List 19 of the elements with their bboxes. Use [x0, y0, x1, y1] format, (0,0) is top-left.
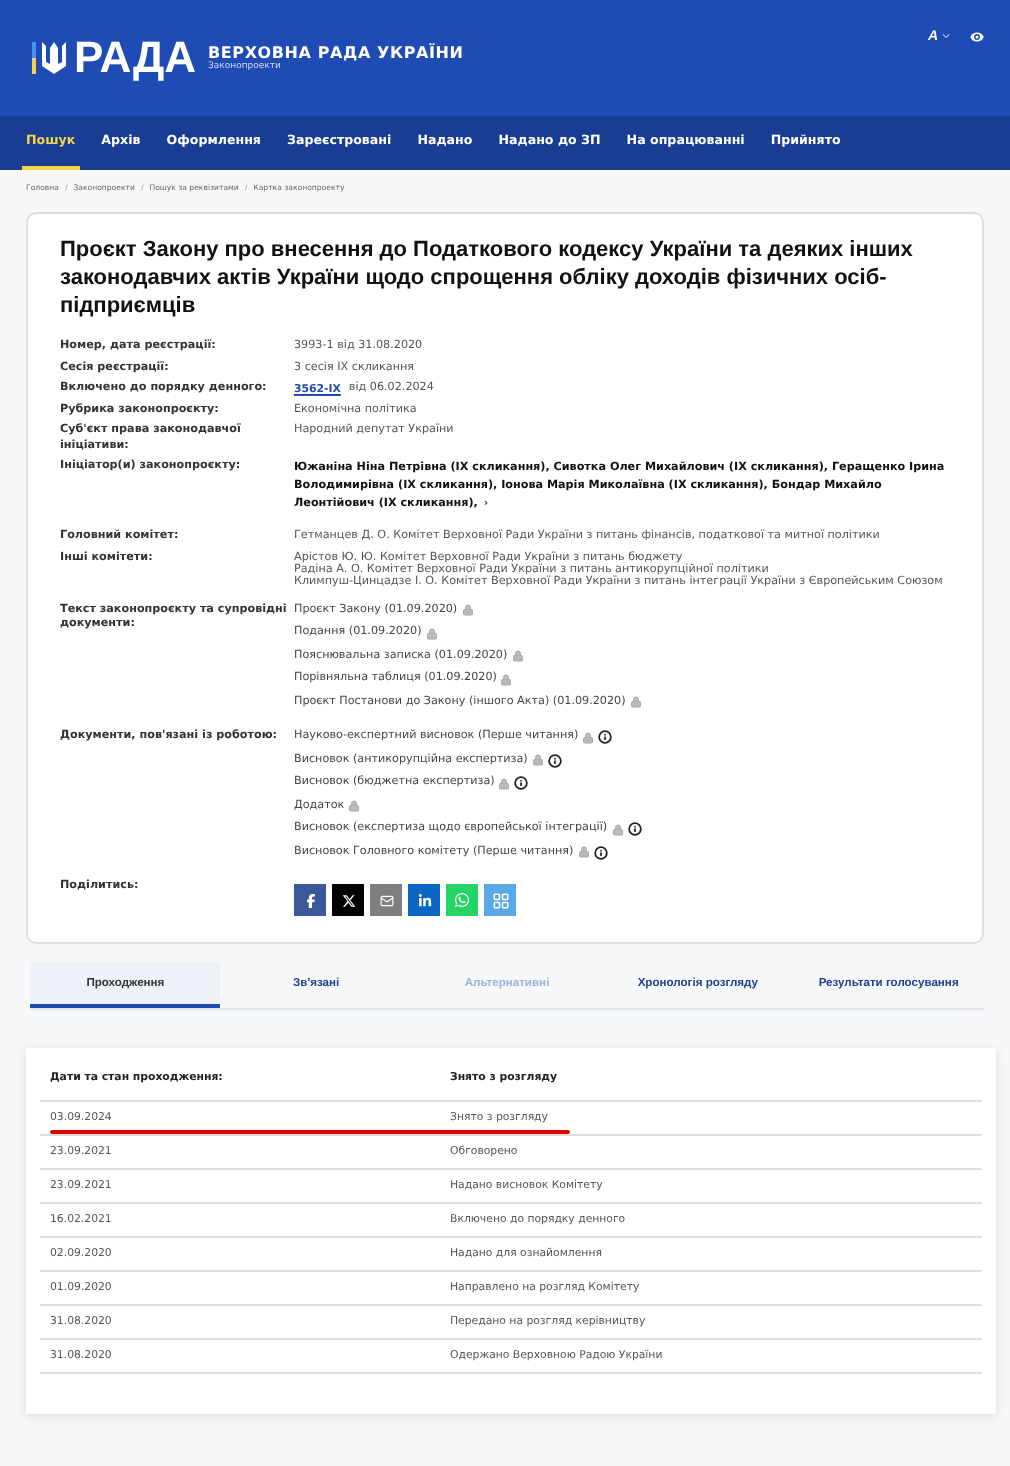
chevron-down-icon — [940, 30, 952, 42]
info-icon[interactable] — [514, 776, 529, 791]
info-icon[interactable] — [593, 845, 608, 860]
site-title: ВЕРХОВНА РАДА УКРАЇНИ — [208, 44, 464, 62]
info-icon[interactable] — [627, 822, 642, 837]
info-icon[interactable] — [598, 730, 613, 745]
eye-icon[interactable] — [968, 27, 986, 45]
share-button[interactable] — [332, 884, 364, 916]
facebook-icon — [303, 893, 317, 907]
linkedin-icon — [417, 893, 431, 907]
grid-icon — [491, 891, 509, 909]
logo-text: РАДА — [74, 32, 197, 84]
share-button[interactable] — [294, 884, 326, 916]
whatsapp-icon — [454, 892, 470, 908]
info-icon[interactable] — [547, 753, 562, 768]
trident-logo-icon — [32, 36, 68, 80]
mail-icon — [379, 893, 393, 907]
x-icon — [341, 893, 355, 907]
bill-title: Проєкт Закону про внесення до Податкового кодексу України та деяких інших законодавчих актів України щодо спрощення обліку доходів фізичних осіб-підприємців — [60, 236, 915, 320]
